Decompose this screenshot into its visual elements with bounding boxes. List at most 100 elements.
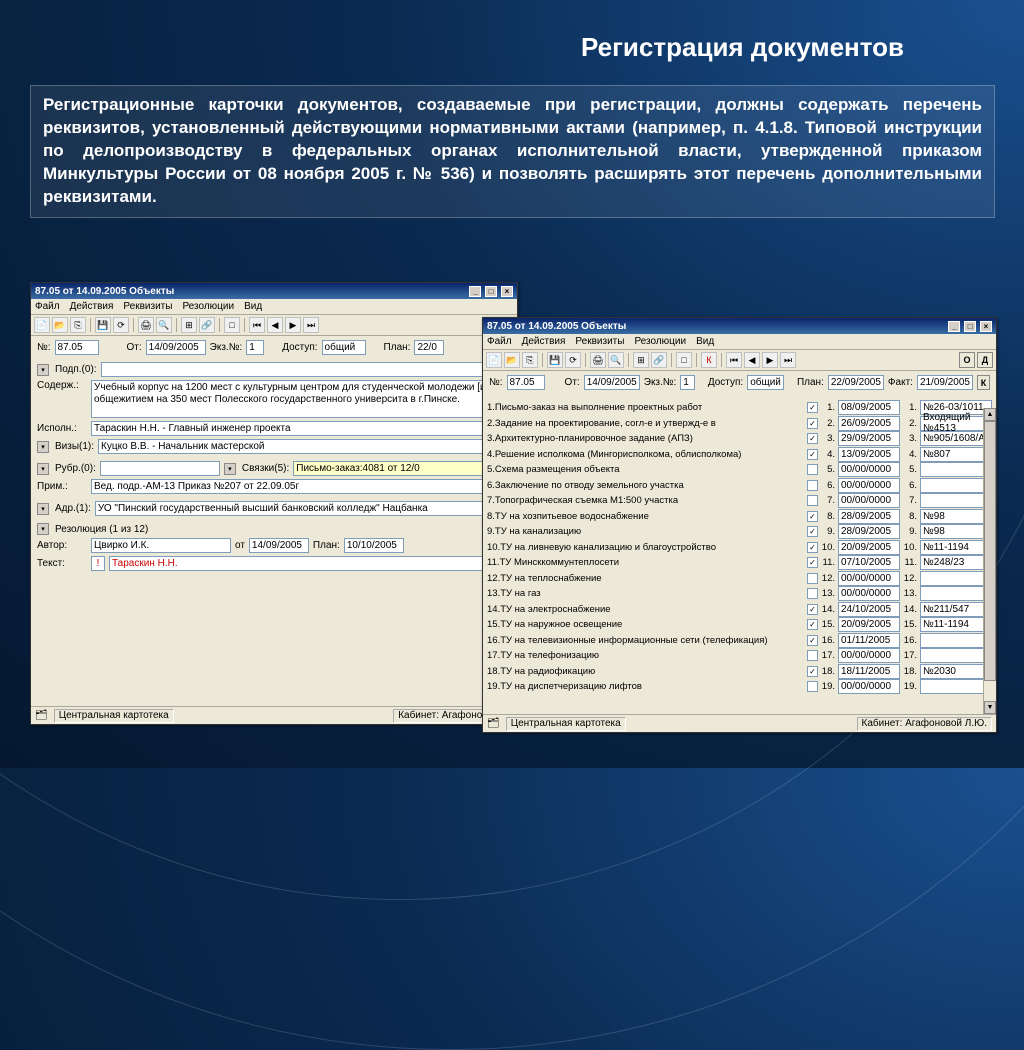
tool-refresh-icon[interactable]: ⟳: [565, 352, 581, 368]
field-adr[interactable]: УО "Пинский государственный высший банко…: [95, 501, 511, 516]
field-avtor[interactable]: Цвирко И.К.: [91, 538, 231, 553]
field-prim[interactable]: Вед. подр.-АМ-13 Приказ №207 от 22.09.05…: [91, 479, 511, 494]
field-no[interactable]: 87.05: [507, 375, 545, 390]
field-res-plan[interactable]: 10/10/2005: [344, 538, 404, 553]
field-ot[interactable]: 14/09/2005: [584, 375, 640, 390]
tool-new-icon[interactable]: 📄: [34, 317, 50, 333]
dropdown-res-icon[interactable]: ▾: [37, 523, 49, 535]
item-checkbox[interactable]: ✓: [807, 402, 818, 413]
item-date[interactable]: 13/09/2005: [838, 447, 900, 462]
item-date[interactable]: 00/00/0000: [838, 648, 900, 663]
dropdown-svyazki-icon[interactable]: ▾: [224, 463, 236, 475]
item-date[interactable]: 00/00/0000: [838, 679, 900, 694]
field-vizy[interactable]: Куцко В.В. - Начальник мастерской: [98, 439, 511, 454]
nav-prev-icon[interactable]: ◀: [744, 352, 760, 368]
item-checkbox[interactable]: [807, 573, 818, 584]
item-ref[interactable]: №98: [920, 509, 992, 524]
tool-open-icon[interactable]: 📂: [52, 317, 68, 333]
button-d[interactable]: Д: [977, 352, 993, 368]
menu-view[interactable]: Вид: [244, 301, 262, 312]
item-checkbox[interactable]: ✓: [807, 635, 818, 646]
item-ref[interactable]: [920, 571, 992, 586]
dropdown-podp-icon[interactable]: ▾: [37, 364, 49, 376]
scrollbar[interactable]: ▲ ▼: [983, 408, 996, 714]
field-ekz[interactable]: 1: [246, 340, 264, 355]
field-dostup[interactable]: общий: [322, 340, 366, 355]
item-checkbox[interactable]: ✓: [807, 619, 818, 630]
tool-preview-icon[interactable]: 🔍: [608, 352, 624, 368]
item-ref[interactable]: [920, 648, 992, 663]
item-date[interactable]: 26/09/2005: [838, 416, 900, 431]
menu-resolutions[interactable]: Резолюции: [182, 301, 234, 312]
menu-actions[interactable]: Действия: [522, 336, 566, 347]
nav-last-icon[interactable]: ⏭: [303, 317, 319, 333]
field-soderzh[interactable]: Учебный корпус на 1200 мест с культурным…: [91, 380, 511, 418]
tool-nav-icon[interactable]: □: [224, 317, 240, 333]
item-checkbox[interactable]: ✓: [807, 557, 818, 568]
field-ispoln[interactable]: Тараскин Н.Н. - Главный инженер проекта: [91, 421, 511, 436]
item-date[interactable]: 20/09/2005: [838, 617, 900, 632]
item-date[interactable]: 00/00/0000: [838, 493, 900, 508]
menu-requisites[interactable]: Реквизиты: [575, 336, 624, 347]
tool-save-icon[interactable]: 💾: [547, 352, 563, 368]
item-date[interactable]: 29/09/2005: [838, 431, 900, 446]
item-ref[interactable]: [920, 493, 992, 508]
nav-next-icon[interactable]: ▶: [285, 317, 301, 333]
item-date[interactable]: 01/11/2005: [838, 633, 900, 648]
tool-cancel-icon[interactable]: К: [701, 352, 717, 368]
item-ref[interactable]: [920, 586, 992, 601]
close-button[interactable]: ×: [501, 286, 513, 297]
dropdown-vizy-icon[interactable]: ▾: [37, 441, 49, 453]
nav-first-icon[interactable]: ⏮: [249, 317, 265, 333]
dropdown-adr-icon[interactable]: ▾: [37, 503, 49, 515]
item-date[interactable]: 00/00/0000: [838, 462, 900, 477]
item-date[interactable]: 24/10/2005: [838, 602, 900, 617]
maximize-button[interactable]: □: [485, 286, 497, 297]
nav-last-icon[interactable]: ⏭: [780, 352, 796, 368]
button-k[interactable]: К: [977, 375, 990, 390]
field-res-ot[interactable]: 14/09/2005: [249, 538, 309, 553]
titlebar[interactable]: 87.05 от 14.09.2005 Объекты _ □ ×: [31, 283, 517, 299]
tool-new-icon[interactable]: 📄: [486, 352, 502, 368]
item-date[interactable]: 00/00/0000: [838, 586, 900, 601]
item-ref[interactable]: [920, 679, 992, 694]
item-checkbox[interactable]: [807, 495, 818, 506]
field-podp[interactable]: [101, 362, 511, 377]
item-ref[interactable]: №11-1194: [920, 617, 992, 632]
item-ref[interactable]: №248/23: [920, 555, 992, 570]
menu-actions[interactable]: Действия: [70, 301, 114, 312]
field-svyazki[interactable]: Письмо-заказ:4081 от 12/0: [293, 461, 511, 476]
tool-link-icon[interactable]: 🔗: [651, 352, 667, 368]
menu-requisites[interactable]: Реквизиты: [123, 301, 172, 312]
field-rubr[interactable]: [100, 461, 220, 476]
item-ref[interactable]: №2030: [920, 664, 992, 679]
tool-tree-icon[interactable]: ⊞: [633, 352, 649, 368]
item-date[interactable]: 18/11/2005: [838, 664, 900, 679]
tool-tree-icon[interactable]: ⊞: [181, 317, 197, 333]
item-date[interactable]: 28/09/2005: [838, 524, 900, 539]
item-date[interactable]: 28/09/2005: [838, 509, 900, 524]
item-ref[interactable]: №807: [920, 447, 992, 462]
tool-print-icon[interactable]: 🖨: [138, 317, 154, 333]
item-ref[interactable]: №98: [920, 524, 992, 539]
menu-file[interactable]: Файл: [487, 336, 512, 347]
tool-link-icon[interactable]: 🔗: [199, 317, 215, 333]
item-date[interactable]: 00/00/0000: [838, 478, 900, 493]
item-ref[interactable]: №11-1194: [920, 540, 992, 555]
item-checkbox[interactable]: ✓: [807, 526, 818, 537]
item-date[interactable]: 08/09/2005: [838, 400, 900, 415]
maximize-button[interactable]: □: [964, 321, 976, 332]
nav-prev-icon[interactable]: ◀: [267, 317, 283, 333]
menu-resolutions[interactable]: Резолюции: [634, 336, 686, 347]
tool-copy-icon[interactable]: ⎘: [522, 352, 538, 368]
item-checkbox[interactable]: ✓: [807, 418, 818, 429]
field-plan[interactable]: 22/09/2005: [828, 375, 884, 390]
tool-refresh-icon[interactable]: ⟳: [113, 317, 129, 333]
field-dostup[interactable]: общий: [747, 375, 784, 390]
tool-preview-icon[interactable]: 🔍: [156, 317, 172, 333]
tool-print-icon[interactable]: 🖨: [590, 352, 606, 368]
field-ekz[interactable]: 1: [680, 375, 694, 390]
item-ref[interactable]: №905/1608/А: [920, 431, 992, 446]
field-no[interactable]: 87.05: [55, 340, 99, 355]
item-checkbox[interactable]: ✓: [807, 666, 818, 677]
